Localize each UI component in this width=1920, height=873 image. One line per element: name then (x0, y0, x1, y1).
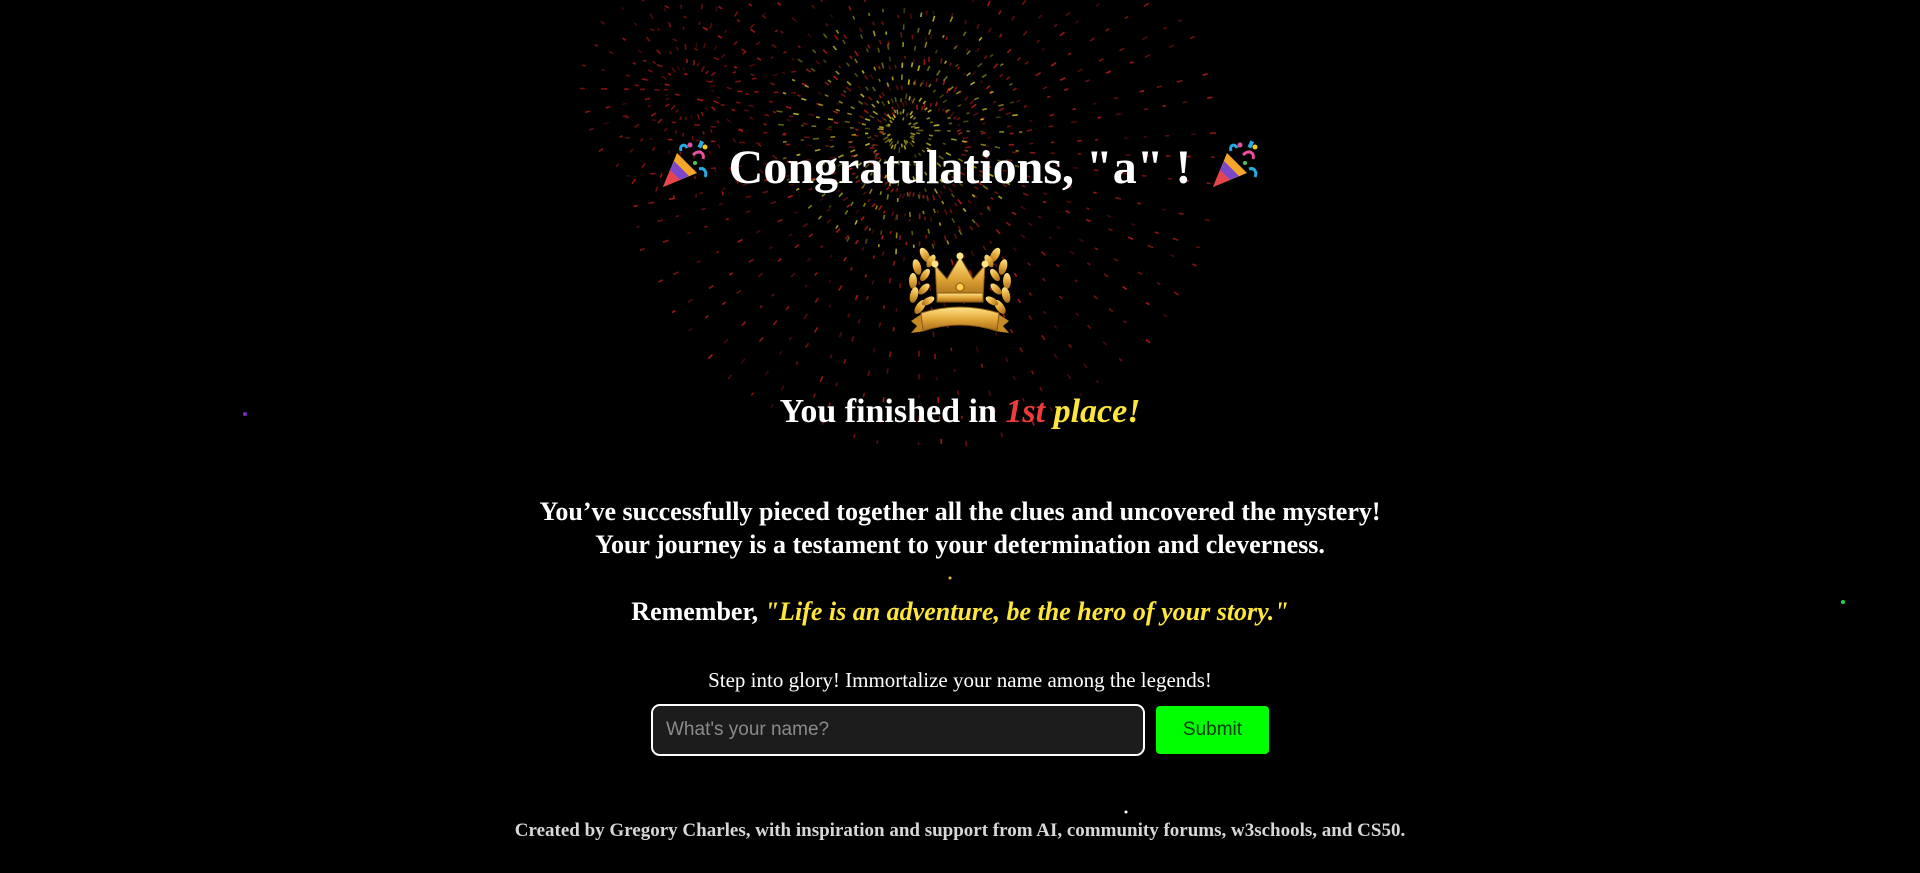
success-message-line-1: You’ve successfully pieced together all … (539, 497, 1381, 526)
party-popper-icon (1213, 140, 1258, 187)
success-message: You’ve successfully pieced together all … (0, 495, 1920, 561)
leaderboard-prompt: Step into glory! Immortalize your name a… (708, 668, 1212, 692)
place-suffix: place! (1053, 393, 1141, 430)
success-message-line-2: Your journey is a testament to your dete… (595, 530, 1325, 559)
page-title: Congratulations, "a" ! (0, 138, 1920, 198)
name-input[interactable] (651, 704, 1145, 756)
footer-credits: Created by Gregory Charles, with inspira… (514, 820, 1406, 841)
party-popper-icon (662, 140, 708, 187)
congratulations-page: Congratulations, "a" ! You finished in 1… (0, 0, 1920, 873)
remember-quote: Remember, "Life is an adventure, be the … (0, 594, 1920, 630)
place-rank: 1st (1005, 393, 1046, 430)
submit-button[interactable]: Submit (1156, 706, 1269, 754)
crown-laurel-icon (905, 235, 1015, 340)
remember-prefix: Remember, (631, 597, 759, 626)
place-prefix: You finished in (779, 393, 997, 430)
title-text: Congratulations, "a" ! (728, 141, 1192, 194)
finish-place-heading: You finished in 1st place! (0, 388, 1920, 436)
leaderboard-form: Submit (651, 704, 1271, 756)
motto-quote: "Life is an adventure, be the hero of yo… (764, 597, 1289, 626)
